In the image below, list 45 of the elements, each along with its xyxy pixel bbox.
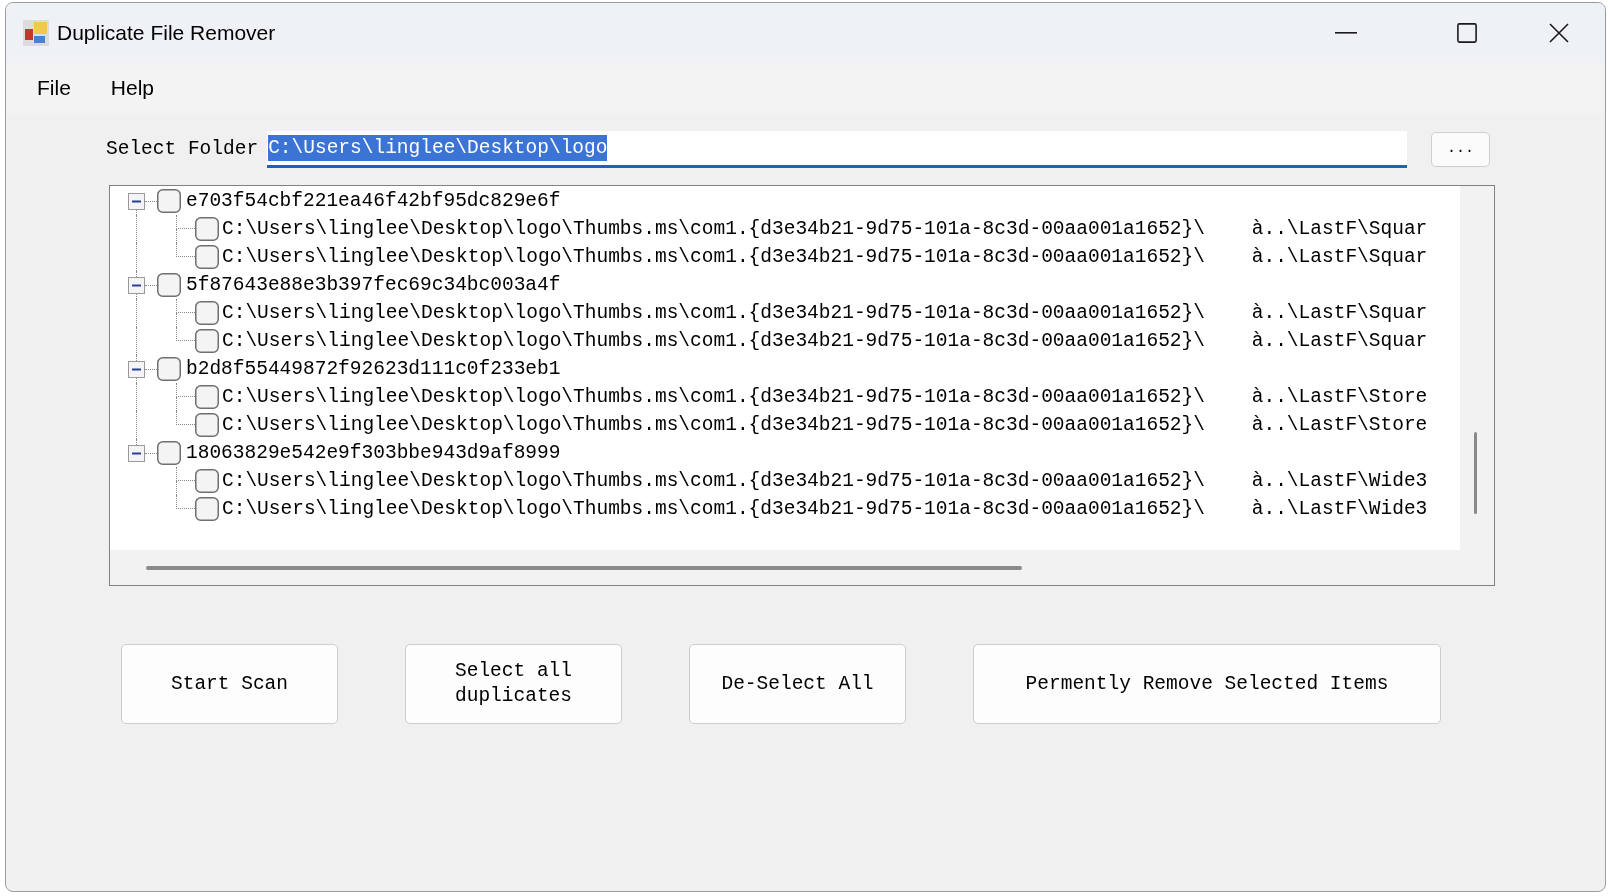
vertical-scrollbar-thumb[interactable] [1474, 432, 1477, 514]
checkbox[interactable] [157, 273, 181, 297]
file-path[interactable]: C:\Users\linglee\Desktop\logo\Thumbs.ms\com1.{d3e34b21-9d75-101a-8c3d-00aa001a1652}\ à..\LastF\Wide3 [222, 497, 1428, 521]
hash-group-label[interactable]: 5f87643e88e3b397fec69c34bc003a4f [186, 273, 561, 297]
checkbox[interactable] [195, 245, 219, 269]
folder-path-field[interactable]: C:\Users\linglee\Desktop\logo [267, 131, 1408, 168]
checkbox[interactable] [195, 385, 219, 409]
menu-item[interactable]: Help [101, 68, 164, 108]
browse-button[interactable]: ... [1431, 132, 1491, 167]
menu-item[interactable]: File [28, 68, 80, 108]
close-icon [1549, 23, 1569, 43]
file-path[interactable]: C:\Users\linglee\Desktop\logo\Thumbs.ms\com1.{d3e34b21-9d75-101a-8c3d-00aa001a1652}\ à..\LastF\Squar [222, 301, 1428, 325]
file-path[interactable]: C:\Users\linglee\Desktop\logo\Thumbs.ms\com1.{d3e34b21-9d75-101a-8c3d-00aa001a1652}\ à..\LastF\Wide3 [222, 469, 1428, 493]
action-button[interactable]: Start Scan [121, 644, 338, 724]
collapse-icon[interactable] [128, 276, 145, 294]
minimize-icon [1335, 32, 1357, 34]
folder-path-value: C:\Users\linglee\Desktop\logo [268, 135, 608, 161]
file-path[interactable]: C:\Users\linglee\Desktop\logo\Thumbs.ms\com1.{d3e34b21-9d75-101a-8c3d-00aa001a1652}\ à..\LastF\Squar [222, 329, 1428, 353]
file-path[interactable]: C:\Users\linglee\Desktop\logo\Thumbs.ms\com1.{d3e34b21-9d75-101a-8c3d-00aa001a1652}\ à..\LastF\Store [222, 385, 1428, 409]
checkbox[interactable] [157, 357, 181, 381]
app-icon [23, 20, 49, 46]
collapse-icon[interactable] [128, 444, 145, 462]
file-path[interactable]: C:\Users\linglee\Desktop\logo\Thumbs.ms\com1.{d3e34b21-9d75-101a-8c3d-00aa001a1652}\ à..\LastF\Squar [222, 245, 1428, 269]
checkbox[interactable] [157, 189, 181, 213]
horizontal-scrollbar-thumb[interactable] [146, 565, 1022, 570]
select-folder-label: Select Folder [106, 136, 259, 162]
action-button[interactable]: Permently Remove Selected Items [973, 644, 1441, 724]
checkbox[interactable] [195, 497, 219, 521]
hash-group-label[interactable]: b2d8f55449872f92623d111c0f233eb1 [186, 357, 561, 381]
checkbox[interactable] [195, 469, 219, 493]
collapse-icon[interactable] [128, 360, 145, 378]
hash-group-label[interactable]: 18063829e542e9f303bbe943d9af8999 [186, 441, 561, 465]
checkbox[interactable] [195, 217, 219, 241]
hash-group-label[interactable]: e703f54cbf221ea46f42bf95dc829e6f [186, 189, 561, 213]
action-button[interactable]: Select all duplicates [405, 644, 622, 724]
window-title: Duplicate File Remover [57, 20, 276, 47]
maximize-icon [1457, 23, 1477, 43]
file-path[interactable]: C:\Users\linglee\Desktop\logo\Thumbs.ms\com1.{d3e34b21-9d75-101a-8c3d-00aa001a1652}\ à..\LastF\Squar [222, 217, 1428, 241]
checkbox[interactable] [195, 329, 219, 353]
checkbox[interactable] [195, 301, 219, 325]
checkbox[interactable] [195, 413, 219, 437]
collapse-icon[interactable] [128, 192, 145, 210]
action-button[interactable]: De-Select All [689, 644, 906, 724]
file-path[interactable]: C:\Users\linglee\Desktop\logo\Thumbs.ms\com1.{d3e34b21-9d75-101a-8c3d-00aa001a1652}\ à..\LastF\Store [222, 413, 1428, 437]
checkbox[interactable] [157, 441, 181, 465]
